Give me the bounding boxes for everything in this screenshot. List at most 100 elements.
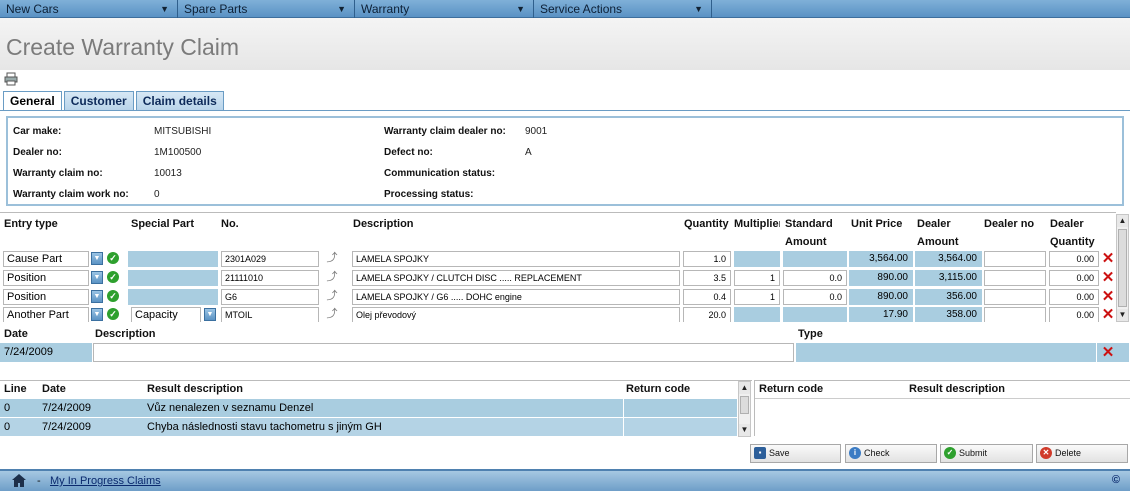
lookup-icon[interactable]: ⤴ — [326, 290, 338, 303]
delete-label: Delete — [1055, 448, 1082, 458]
chevron-down-icon[interactable]: ▼ — [91, 252, 103, 265]
results-scrollbar[interactable]: ▲ ▼ — [738, 381, 751, 437]
col-note-date: Date — [4, 328, 28, 340]
delete-row-icon[interactable]: ✕ — [1101, 270, 1115, 286]
delete-row-icon[interactable]: ✕ — [1101, 251, 1115, 267]
description-input[interactable]: LAMELA SPOJKY / G6 ..... DOHC engine — [352, 289, 680, 305]
dealer-no-input[interactable] — [984, 270, 1046, 286]
copyright-icon[interactable]: © — [1112, 474, 1120, 486]
entry-type-select[interactable]: Position — [3, 270, 89, 286]
quantity-input[interactable]: 3.5 — [683, 270, 731, 286]
print-icon[interactable] — [4, 72, 18, 86]
table-row: Position ▼ ✓ 21111010 ⤴ LAMELA SPOJKY / … — [0, 269, 1116, 288]
lookup-icon[interactable]: ⤴ — [326, 308, 338, 321]
work-no-label: Warranty claim work no: — [13, 189, 129, 200]
entries-scrollbar[interactable]: ▲ ▼ — [1116, 214, 1129, 322]
dealer-qty-input[interactable]: 0.00 — [1049, 270, 1099, 286]
table-row: Another Part ▼ ✓ Capacity ▼ MTOIL ⤴ Olej… — [0, 306, 1116, 322]
chevron-down-icon[interactable]: ▼ — [91, 290, 103, 303]
scroll-up-icon[interactable]: ▲ — [1117, 215, 1128, 227]
col-quantity: Quantity — [684, 218, 729, 230]
dealer-amount-value: 3,115.00 — [915, 270, 982, 286]
scroll-thumb[interactable] — [1118, 229, 1127, 307]
check-ok-icon: ✓ — [107, 252, 119, 264]
col-no: No. — [221, 218, 239, 230]
unit-price-value: 3,564.00 — [849, 251, 913, 267]
col-multiplier: Multiplier — [734, 218, 780, 230]
tab-customer[interactable]: Customer — [63, 91, 134, 111]
entry-type-select[interactable]: Position — [3, 289, 89, 305]
chevron-down-icon[interactable]: ▼ — [91, 271, 103, 284]
proc-status-label: Processing status: — [384, 189, 474, 200]
dealer-no-input[interactable] — [984, 307, 1046, 322]
quantity-input[interactable]: 0.4 — [683, 289, 731, 305]
standard-amount-input[interactable]: 0.0 — [783, 289, 847, 305]
col-result-date: Date — [42, 383, 66, 395]
part-no-input[interactable]: 21111010 — [221, 270, 319, 286]
description-input[interactable]: LAMELA SPOJKY — [352, 251, 680, 267]
table-row[interactable]: 0 7/24/2009 Vůz nenalezen v seznamu Denz… — [0, 399, 737, 417]
nav-spare-parts[interactable]: Spare Parts ▼ — [178, 0, 355, 18]
note-date-value: 7/24/2009 — [0, 343, 92, 362]
table-row[interactable]: 0 7/24/2009 Chyba následnosti stavu tach… — [0, 418, 737, 436]
scroll-thumb[interactable] — [740, 396, 749, 414]
scroll-down-icon[interactable]: ▼ — [739, 424, 750, 436]
home-icon[interactable] — [12, 474, 26, 487]
entry-type-select[interactable]: Cause Part — [3, 251, 89, 267]
entry-type-select[interactable]: Another Part — [3, 307, 89, 322]
nav-label: Spare Parts — [184, 2, 248, 16]
chevron-down-icon[interactable]: ▼ — [91, 308, 103, 321]
special-part-field[interactable] — [128, 270, 218, 286]
chevron-down-icon: ▼ — [694, 4, 703, 14]
delete-button[interactable]: ✕ Delete — [1036, 444, 1128, 463]
top-navigation: New Cars ▼ Spare Parts ▼ Warranty ▼ Service… — [0, 0, 1130, 18]
table-row: Position ▼ ✓ G6 ⤴ LAMELA SPOJKY / G6 ...… — [0, 288, 1116, 307]
nav-label: Warranty — [361, 2, 410, 16]
scroll-down-icon[interactable]: ▼ — [1117, 309, 1128, 321]
lookup-icon[interactable]: ⤴ — [326, 252, 338, 265]
tab-claim-details[interactable]: Claim details — [135, 91, 224, 111]
multiplier-input[interactable]: 1 — [734, 289, 780, 305]
save-button[interactable]: ▪ Save — [750, 444, 841, 463]
note-description-input[interactable] — [93, 343, 794, 362]
chevron-down-icon: ▼ — [337, 4, 346, 14]
results-grid: Line Date Result description Return code… — [0, 380, 752, 437]
nav-service-actions[interactable]: Service Actions ▼ — [534, 0, 712, 18]
column-divider — [623, 399, 624, 437]
multiplier-input[interactable]: 1 — [734, 270, 780, 286]
special-part-field[interactable] — [128, 289, 218, 305]
tab-divider — [0, 110, 1130, 111]
my-in-progress-claims-link[interactable]: My In Progress Claims — [50, 475, 161, 487]
quantity-input[interactable]: 20.0 — [683, 307, 731, 322]
dealer-qty-input[interactable]: 0.00 — [1049, 289, 1099, 305]
description-input[interactable]: LAMELA SPOJKY / CLUTCH DISC ..... REPLAC… — [352, 270, 680, 286]
col-code-result-description: Result description — [909, 383, 1005, 395]
part-no-input[interactable]: G6 — [221, 289, 319, 305]
col-unit-price: Unit Price — [851, 218, 903, 230]
nav-warranty[interactable]: Warranty ▼ — [355, 0, 534, 18]
page-title: Create Warranty Claim — [6, 34, 240, 60]
scroll-up-icon[interactable]: ▲ — [739, 382, 750, 394]
delete-note-icon[interactable]: ✕ — [1101, 345, 1115, 361]
description-input[interactable]: Olej převodový — [352, 307, 680, 322]
chevron-down-icon[interactable]: ▼ — [204, 308, 216, 321]
special-part-select[interactable]: Capacity — [131, 307, 201, 322]
nav-empty — [712, 0, 1130, 18]
lookup-icon[interactable]: ⤴ — [326, 271, 338, 284]
standard-amount-input[interactable]: 0.0 — [783, 270, 847, 286]
dealer-no-input[interactable] — [984, 251, 1046, 267]
nav-new-cars[interactable]: New Cars ▼ — [0, 0, 178, 18]
quantity-input[interactable]: 1.0 — [683, 251, 731, 267]
submit-button[interactable]: ✓ Submit — [940, 444, 1033, 463]
check-button[interactable]: i Check — [845, 444, 937, 463]
tab-general[interactable]: General — [3, 91, 62, 111]
dealer-qty-input[interactable]: 0.00 — [1049, 307, 1099, 322]
delete-row-icon[interactable]: ✕ — [1101, 307, 1115, 323]
part-no-input[interactable]: 2301A029 — [221, 251, 319, 267]
dealer-qty-input[interactable]: 0.00 — [1049, 251, 1099, 267]
delete-row-icon[interactable]: ✕ — [1101, 289, 1115, 305]
dealer-no-input[interactable] — [984, 289, 1046, 305]
part-no-input[interactable]: MTOIL — [221, 307, 319, 322]
unit-price-value: 890.00 — [849, 270, 913, 286]
special-part-field[interactable] — [128, 251, 218, 267]
